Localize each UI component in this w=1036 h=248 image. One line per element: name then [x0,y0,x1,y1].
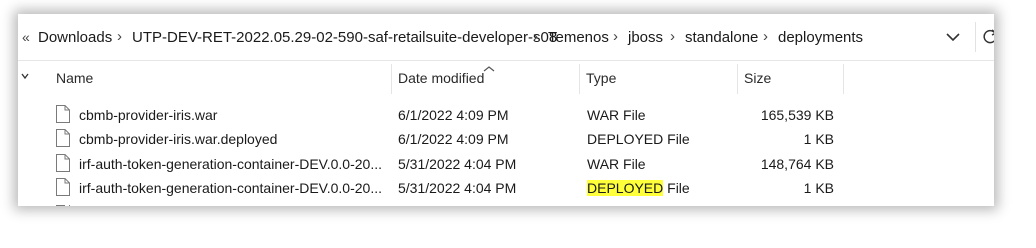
file-name: cbmb-provider-iris.war [79,107,218,123]
file-icon [56,105,70,123]
file-icon [56,129,70,147]
file-name: irf-auth-token-generation-container-DEV.… [79,180,382,196]
column-separator[interactable] [843,64,844,94]
file-date: 5/31/2022 4:04 PM [398,180,517,196]
file-size: 165,539 KB [760,107,834,123]
breadcrumb-overflow-icon[interactable]: « [22,29,30,45]
address-bar[interactable]: « Downloads › UTP-DEV-RET-2022.05.29-02-… [18,14,994,61]
file-icon [56,178,70,196]
refresh-icon[interactable] [980,27,994,47]
breadcrumb-deployments[interactable]: deployments [778,29,863,46]
file-type: WAR File [587,107,646,123]
column-header-type[interactable]: Type [580,60,738,94]
file-type-rest: File [663,180,690,196]
column-header-size[interactable]: Size [738,60,844,94]
column-header-date-label: Date modified [398,70,485,86]
file-explorer-window: « Downloads › UTP-DEV-RET-2022.05.29-02-… [18,14,994,206]
breadcrumb-separator[interactable]: › [763,28,768,45]
highlighted-type-text: DEPLOYED [587,180,664,196]
breadcrumb-separator[interactable]: › [533,28,538,45]
file-type: WAR File [587,156,646,172]
breadcrumb-jboss[interactable]: jboss [628,29,663,46]
file-type: DEPLOYED File [587,131,690,147]
toolbar-divider [975,22,976,52]
column-header-size-label: Size [744,70,772,86]
file-size: 148,764 KB [760,156,834,172]
file-row[interactable]: irf-auth-token-generation-container-DEV.… [48,151,994,175]
breadcrumb-standalone[interactable]: standalone [685,29,758,46]
file-icon [56,200,70,206]
file-name: irf-auth-token-generation-container-DEV.… [79,156,382,172]
file-icon [56,154,70,172]
file-size: 1 KB [803,131,834,147]
file-row-partial[interactable] [48,200,994,206]
file-date: 5/31/2022 4:04 PM [398,156,517,172]
file-row[interactable]: cbmb-provider-iris.war 6/1/2022 4:09 PM … [48,102,994,126]
file-type: DEPLOYED File [587,180,690,196]
column-header-date[interactable]: Date modified [392,60,580,94]
column-header-name-label: Name [56,70,94,86]
column-header-row: Name Date modified Type Size [18,60,994,94]
breadcrumb-downloads[interactable]: Downloads [38,29,112,46]
file-date: 6/1/2022 4:09 PM [398,131,509,147]
file-name: cbmb-provider-iris.war.deployed [79,131,278,147]
breadcrumb-temenos[interactable]: Temenos [548,29,609,46]
column-header-type-label: Type [586,70,617,86]
file-size: 1 KB [803,180,834,196]
column-header-name[interactable]: Name [48,60,392,94]
breadcrumb-separator[interactable]: › [613,28,618,45]
file-date: 6/1/2022 4:09 PM [398,107,509,123]
chevron-down-icon[interactable] [943,27,963,47]
breadcrumb-utp-folder[interactable]: UTP-DEV-RET-2022.05.29-02-590-saf-retail… [132,29,557,46]
file-row[interactable]: cbmb-provider-iris.war.deployed 6/1/2022… [48,126,994,150]
breadcrumb-separator[interactable]: › [670,28,675,45]
file-row[interactable]: irf-auth-token-generation-container-DEV.… [48,175,994,199]
breadcrumb-separator[interactable]: › [117,28,122,45]
